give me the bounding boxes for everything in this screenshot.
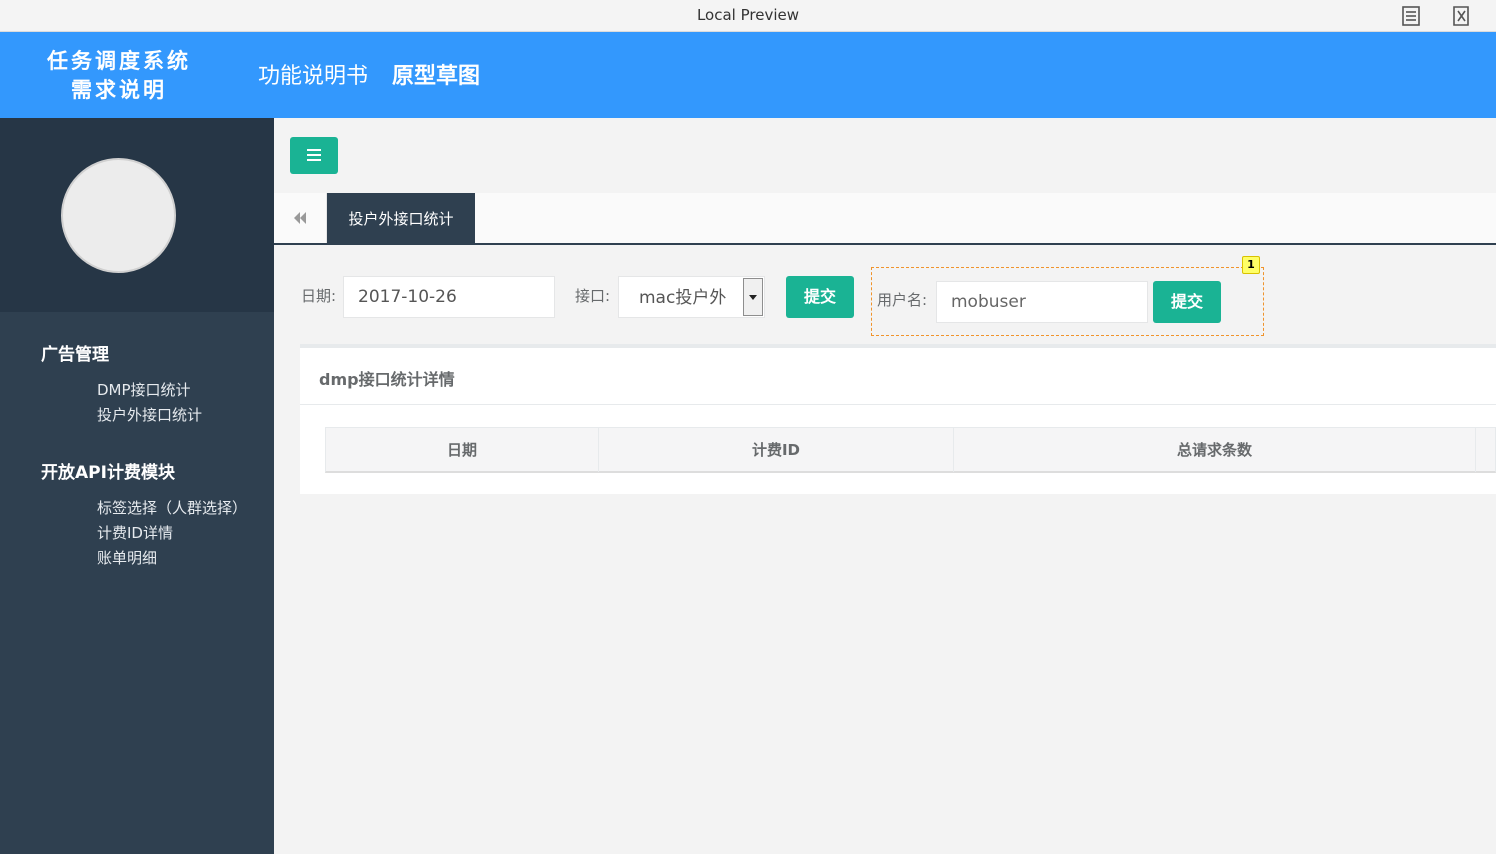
panel-title: dmp接口统计详情 xyxy=(319,370,455,389)
logo-line-1: 任务调度系统 xyxy=(47,48,191,73)
app-logo[interactable]: 任务调度系统 需求说明 xyxy=(0,46,238,104)
sidebar-group-ad-management[interactable]: 广告管理 xyxy=(41,340,109,365)
date-input[interactable]: 2017-10-26 xyxy=(343,276,555,318)
tab-scroll-left-button[interactable] xyxy=(274,193,327,243)
panel-divider xyxy=(300,404,1496,405)
username-submit-button[interactable]: 提交 xyxy=(1153,281,1221,323)
date-label: 日期: xyxy=(301,287,337,305)
stats-table-header: 日期 计费ID 总请求条数 xyxy=(325,427,1496,473)
sidebar-profile xyxy=(0,118,274,312)
sidebar-item-bill-details[interactable]: 账单明细 xyxy=(97,548,157,568)
nav-spec[interactable]: 功能说明书 xyxy=(258,62,368,92)
nav-prototype[interactable]: 原型草图 xyxy=(392,62,480,92)
username-label: 用户名: xyxy=(877,291,928,309)
window-title: Local Preview xyxy=(696,6,800,24)
double-chevron-left-icon xyxy=(294,212,306,224)
sidebar-item-outdoor-stats[interactable]: 投户外接口统计 xyxy=(97,405,202,425)
sidebar-item-billing-id[interactable]: 计费ID详情 xyxy=(97,523,173,543)
notes-icon[interactable] xyxy=(1400,6,1422,26)
hamburger-icon xyxy=(307,149,321,161)
api-select-value: mac投户外 xyxy=(639,288,727,308)
column-header-billing-id[interactable]: 计费ID xyxy=(599,428,954,472)
username-input[interactable]: mobuser xyxy=(936,281,1148,323)
submit-button[interactable]: 提交 xyxy=(786,276,854,318)
stats-panel: dmp接口统计详情 日期 计费ID 总请求条数 xyxy=(300,344,1496,494)
column-header-total-requests[interactable]: 总请求条数 xyxy=(954,428,1476,472)
api-label: 接口: xyxy=(575,287,611,305)
column-header-extra[interactable] xyxy=(1476,428,1496,472)
sidebar-item-tag-select[interactable]: 标签选择（人群选择） xyxy=(97,498,247,518)
api-select[interactable]: mac投户外 xyxy=(618,276,765,318)
annotation-badge[interactable]: 1 xyxy=(1242,256,1260,274)
dropdown-arrow-button[interactable] xyxy=(743,278,763,316)
logo-line-2: 需求说明 xyxy=(71,77,167,102)
app-header: 任务调度系统 需求说明 功能说明书 原型草图 xyxy=(0,32,1496,118)
caret-down-icon xyxy=(749,295,757,300)
tab-bar: 投户外接口统计 xyxy=(274,193,1496,245)
tab-outdoor-stats[interactable]: 投户外接口统计 xyxy=(327,193,475,243)
avatar[interactable] xyxy=(61,158,176,273)
sidebar: 广告管理 DMP接口统计 投户外接口统计 开放API计费模块 标签选择（人群选择… xyxy=(0,118,274,854)
close-icon[interactable] xyxy=(1451,6,1473,26)
sidebar-item-dmp-stats[interactable]: DMP接口统计 xyxy=(97,380,191,400)
column-header-date[interactable]: 日期 xyxy=(326,428,599,472)
toggle-menu-button[interactable] xyxy=(290,137,338,174)
window-titlebar: Local Preview xyxy=(0,0,1496,32)
sidebar-group-open-api-billing[interactable]: 开放API计费模块 xyxy=(41,458,175,483)
